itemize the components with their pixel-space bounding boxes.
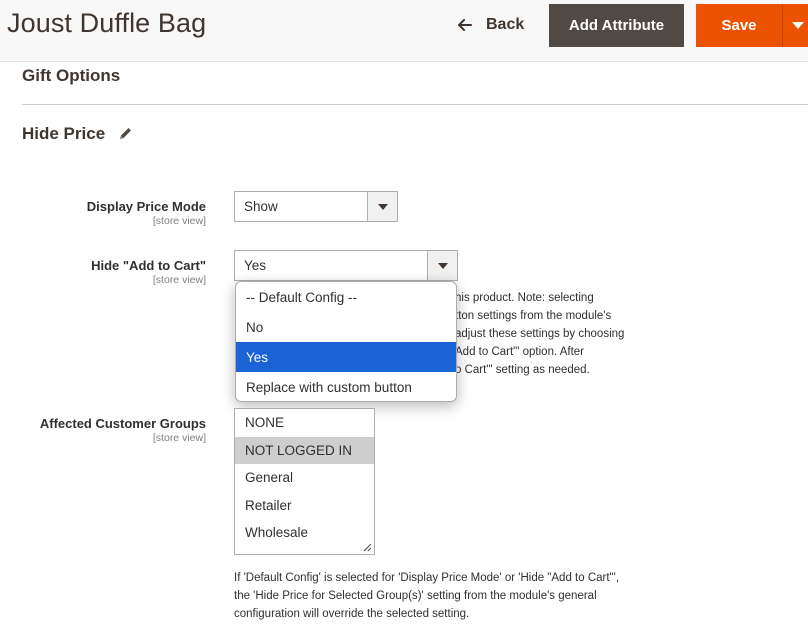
dropdown-option-replace-custom[interactable]: Replace with custom button bbox=[236, 372, 456, 401]
note-line: the 'Hide Price for Selected Group(s)' s… bbox=[234, 590, 597, 602]
add-attribute-label: Add Attribute bbox=[568, 17, 665, 34]
section-title-gift-options[interactable]: Gift Options bbox=[22, 66, 120, 86]
arrow-left-icon bbox=[458, 19, 472, 31]
dropdown-option-no[interactable]: No bbox=[236, 312, 456, 342]
affected-groups-multiselect[interactable]: NONE NOT LOGGED IN General Retailer Whol… bbox=[234, 408, 375, 555]
hide-add-to-cart-select[interactable]: Yes bbox=[234, 250, 458, 281]
note-line: his product. Note: selecting bbox=[455, 292, 594, 304]
hide-add-to-cart-value: Yes bbox=[244, 258, 267, 273]
display-price-mode-scope: [store view] bbox=[152, 215, 206, 227]
hide-add-to-cart-scope: [store view] bbox=[152, 274, 206, 286]
page-header: Joust Duffle Bag Back Add Attribute Save bbox=[0, 0, 808, 62]
pencil-icon[interactable] bbox=[118, 126, 133, 141]
note-line: adjust these settings by choosing bbox=[455, 328, 625, 340]
hide-add-to-cart-note: his product. Note: selecting tton settin… bbox=[455, 289, 624, 379]
back-button-label: Back bbox=[486, 16, 525, 33]
affected-groups-label: Affected Customer Groups bbox=[39, 416, 206, 431]
group-option-none[interactable]: NONE bbox=[235, 409, 374, 437]
display-price-mode-label: Display Price Mode bbox=[86, 199, 206, 214]
note-line: Add to Cart"' option. After bbox=[455, 346, 585, 358]
caret-down-icon bbox=[791, 21, 804, 29]
save-label: Save bbox=[721, 17, 757, 34]
back-button[interactable]: Back bbox=[450, 4, 532, 46]
select-arrow bbox=[427, 251, 457, 280]
note-line: o Cart"' setting as needed. bbox=[455, 364, 590, 376]
dropdown-option-yes[interactable]: Yes bbox=[236, 342, 456, 372]
group-option-wholesale[interactable]: Wholesale bbox=[235, 519, 374, 547]
resize-handle-icon[interactable] bbox=[363, 543, 372, 552]
display-price-mode-select[interactable]: Show bbox=[234, 191, 398, 222]
section-divider bbox=[22, 104, 808, 105]
display-price-mode-value: Show bbox=[244, 199, 278, 214]
group-option-not-logged-in[interactable]: NOT LOGGED IN bbox=[235, 436, 374, 464]
hide-add-to-cart-dropdown: -- Default Config -- No Yes Replace with… bbox=[235, 281, 457, 402]
note-line: tton settings from the module's bbox=[455, 310, 612, 322]
save-options-toggle[interactable] bbox=[782, 4, 808, 47]
save-button[interactable]: Save bbox=[696, 4, 782, 47]
affected-groups-scope: [store view] bbox=[152, 432, 206, 444]
add-attribute-button[interactable]: Add Attribute bbox=[549, 4, 684, 47]
section-title-hide-price[interactable]: Hide Price bbox=[22, 124, 105, 144]
group-option-general[interactable]: General bbox=[235, 464, 374, 492]
select-arrow bbox=[367, 192, 397, 221]
hide-add-to-cart-label: Hide "Add to Cart" bbox=[91, 258, 206, 273]
dropdown-option-default-config[interactable]: -- Default Config -- bbox=[236, 282, 456, 312]
note-line: If 'Default Config' is selected for 'Dis… bbox=[234, 572, 620, 584]
page-title: Joust Duffle Bag bbox=[7, 8, 207, 38]
caret-down-icon bbox=[377, 203, 388, 210]
caret-down-icon bbox=[437, 262, 448, 269]
affected-groups-note: If 'Default Config' is selected for 'Dis… bbox=[234, 569, 619, 623]
note-line: configuration will override the selected… bbox=[234, 608, 470, 620]
group-option-retailer[interactable]: Retailer bbox=[235, 492, 374, 520]
